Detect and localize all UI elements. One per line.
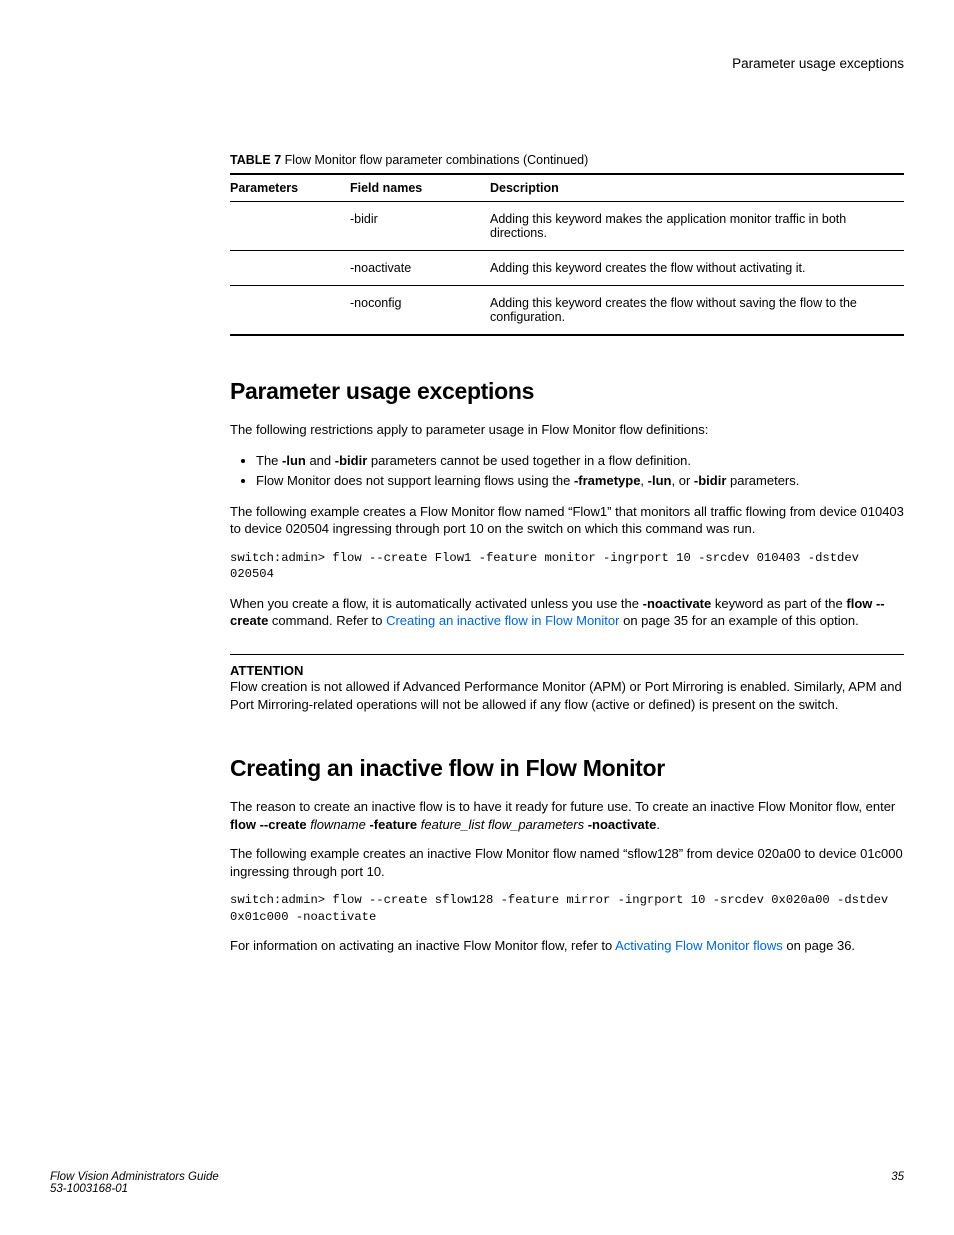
arg-flowname: flowname — [310, 817, 366, 832]
list-item: The -lun and -bidir parameters cannot be… — [256, 451, 904, 471]
text: parameters cannot be used together in a … — [367, 453, 691, 468]
opt-bidir: -bidir — [694, 473, 727, 488]
arg-feature-list: feature_list flow_parameters — [421, 817, 584, 832]
text: For information on activating an inactiv… — [230, 938, 615, 953]
para-intro: The following restrictions apply to para… — [230, 421, 904, 439]
text: The reason to create an inactive flow is… — [230, 799, 895, 814]
cell-field: -bidir — [350, 202, 490, 251]
table-row: -bidir Adding this keyword makes the app… — [230, 202, 904, 251]
para-activating-ref: For information on activating an inactiv… — [230, 937, 904, 955]
attention-label: ATTENTION — [230, 663, 904, 678]
code-block-1: switch:admin> flow --create Flow1 -featu… — [230, 550, 904, 583]
table-row: -noactivate Adding this keyword creates … — [230, 251, 904, 286]
parameter-table: Parameters Field names Description -bidi… — [230, 173, 904, 336]
attention-text: Flow creation is not allowed if Advanced… — [230, 678, 904, 713]
text: , or — [671, 473, 693, 488]
opt-lun: -lun — [282, 453, 306, 468]
opt-noactivate: -noactivate — [643, 596, 712, 611]
page-footer: 35 Flow Vision Administrators Guide 53-1… — [50, 1171, 904, 1195]
text: . — [656, 817, 660, 832]
opt-lun: -lun — [648, 473, 672, 488]
cell-desc: Adding this keyword creates the flow wit… — [490, 286, 904, 336]
attention-box: ATTENTION Flow creation is not allowed i… — [230, 654, 904, 713]
text: , — [640, 473, 647, 488]
para-example2: The following example creates an inactiv… — [230, 845, 904, 880]
text: Flow Monitor does not support learning f… — [256, 473, 574, 488]
opt-frametype: -frametype — [574, 473, 640, 488]
footer-title: Flow Vision Administrators Guide — [50, 1171, 904, 1183]
opt-bidir: -bidir — [335, 453, 368, 468]
running-head: Parameter usage exceptions — [230, 56, 904, 71]
section-heading-parameter-usage: Parameter usage exceptions — [230, 378, 904, 405]
table-caption: TABLE 7 Flow Monitor flow parameter comb… — [230, 153, 904, 167]
text: parameters. — [726, 473, 799, 488]
page-number: 35 — [891, 1171, 904, 1183]
col-field-names: Field names — [350, 174, 490, 202]
para-reason: The reason to create an inactive flow is… — [230, 798, 904, 833]
footer-docnum: 53-1003168-01 — [50, 1183, 904, 1195]
opt-feature: -feature — [369, 817, 417, 832]
code-block-2: switch:admin> flow --create sflow128 -fe… — [230, 892, 904, 925]
table-header-row: Parameters Field names Description — [230, 174, 904, 202]
cell-desc: Adding this keyword makes the applicatio… — [490, 202, 904, 251]
section-heading-creating-inactive: Creating an inactive flow in Flow Monito… — [230, 755, 904, 782]
cell-param — [230, 286, 350, 336]
para-example1: The following example creates a Flow Mon… — [230, 503, 904, 538]
cell-param — [230, 202, 350, 251]
link-activating-flows[interactable]: Activating Flow Monitor flows — [615, 938, 783, 953]
table-label: TABLE 7 — [230, 153, 281, 167]
page-container: Parameter usage exceptions TABLE 7 Flow … — [0, 0, 954, 1235]
para-noactivate: When you create a flow, it is automatica… — [230, 595, 904, 630]
text: and — [306, 453, 335, 468]
cell-param — [230, 251, 350, 286]
text: on page 35 for an example of this option… — [619, 613, 858, 628]
text: When you create a flow, it is automatica… — [230, 596, 643, 611]
text: on page 36. — [783, 938, 855, 953]
text: The — [256, 453, 282, 468]
cmd-flow-create: flow --create — [230, 817, 307, 832]
text: keyword as part of the — [711, 596, 846, 611]
link-creating-inactive-flow[interactable]: Creating an inactive flow in Flow Monito… — [386, 613, 619, 628]
col-description: Description — [490, 174, 904, 202]
cell-field: -noactivate — [350, 251, 490, 286]
cell-field: -noconfig — [350, 286, 490, 336]
text: command. Refer to — [268, 613, 386, 628]
table-row: -noconfig Adding this keyword creates th… — [230, 286, 904, 336]
opt-noactivate: -noactivate — [588, 817, 657, 832]
cell-desc: Adding this keyword creates the flow wit… — [490, 251, 904, 286]
table-caption-text: Flow Monitor flow parameter combinations… — [285, 153, 589, 167]
restriction-list: The -lun and -bidir parameters cannot be… — [230, 451, 904, 491]
col-parameters: Parameters — [230, 174, 350, 202]
list-item: Flow Monitor does not support learning f… — [256, 471, 904, 491]
